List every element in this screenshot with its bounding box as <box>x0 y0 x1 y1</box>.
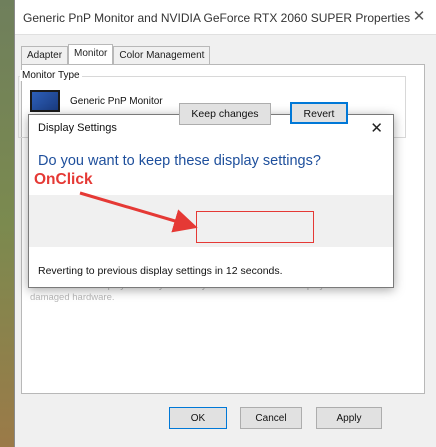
monitor-name: Generic PnP Monitor <box>70 96 163 107</box>
tab-monitor[interactable]: Monitor <box>68 44 114 65</box>
close-icon[interactable]: ✕ <box>410 8 428 26</box>
monitor-type-label: Monitor Type <box>20 70 82 81</box>
dialog-title: Display Settings <box>38 122 117 134</box>
annotation-highlight-box <box>196 211 314 243</box>
ok-button[interactable]: OK <box>169 407 227 429</box>
keep-changes-button[interactable]: Keep changes <box>179 103 271 125</box>
title-bar: Generic PnP Monitor and NVIDIA GeForce R… <box>15 0 436 35</box>
dialog-question: Do you want to keep these display settin… <box>38 153 321 169</box>
apply-button[interactable]: Apply <box>316 407 382 429</box>
tab-bar: Adapter Monitor Color Management <box>21 44 211 65</box>
window-title: Generic PnP Monitor and NVIDIA GeForce R… <box>23 11 411 25</box>
tab-color-management[interactable]: Color Management <box>113 46 211 64</box>
dialog-close-icon[interactable]: ✕ <box>370 119 383 137</box>
annotation-label: OnClick <box>34 171 93 188</box>
tab-adapter[interactable]: Adapter <box>21 46 69 64</box>
revert-button[interactable]: Revert <box>290 102 348 124</box>
display-settings-dialog: Display Settings ✕ Do you want to keep t… <box>28 114 394 288</box>
revert-countdown: Reverting to previous display settings i… <box>38 265 283 277</box>
desktop-background <box>0 0 14 447</box>
monitor-icon <box>30 90 60 112</box>
cancel-button[interactable]: Cancel <box>240 407 302 429</box>
